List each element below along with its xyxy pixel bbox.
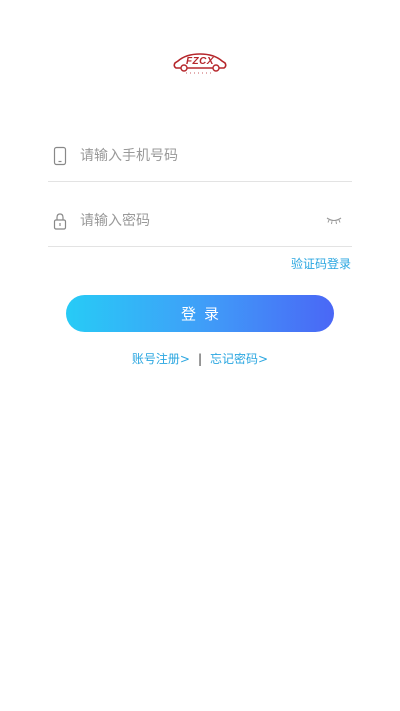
phone-input[interactable] <box>80 143 310 169</box>
forgot-password-link[interactable]: 忘记密码> <box>210 352 268 366</box>
eye-closed-icon[interactable] <box>326 215 342 225</box>
app-logo: FZCX <box>172 52 228 76</box>
lock-icon <box>53 213 67 230</box>
link-separator: | <box>197 352 203 366</box>
phone-field[interactable] <box>48 131 352 182</box>
password-field[interactable] <box>48 196 352 247</box>
bottom-links: 账号注册> | 忘记密码> <box>0 350 400 367</box>
logo-text: FZCX <box>185 56 215 67</box>
password-input[interactable] <box>80 208 310 234</box>
phone-icon <box>53 146 67 166</box>
sms-login-link[interactable]: 验证码登录 <box>291 255 351 272</box>
login-button[interactable]: 登录 <box>66 295 334 332</box>
register-link[interactable]: 账号注册> <box>132 352 190 366</box>
login-page: FZCX 验证码登录 登录 账号注册> | 忘记密码> <box>0 0 400 711</box>
